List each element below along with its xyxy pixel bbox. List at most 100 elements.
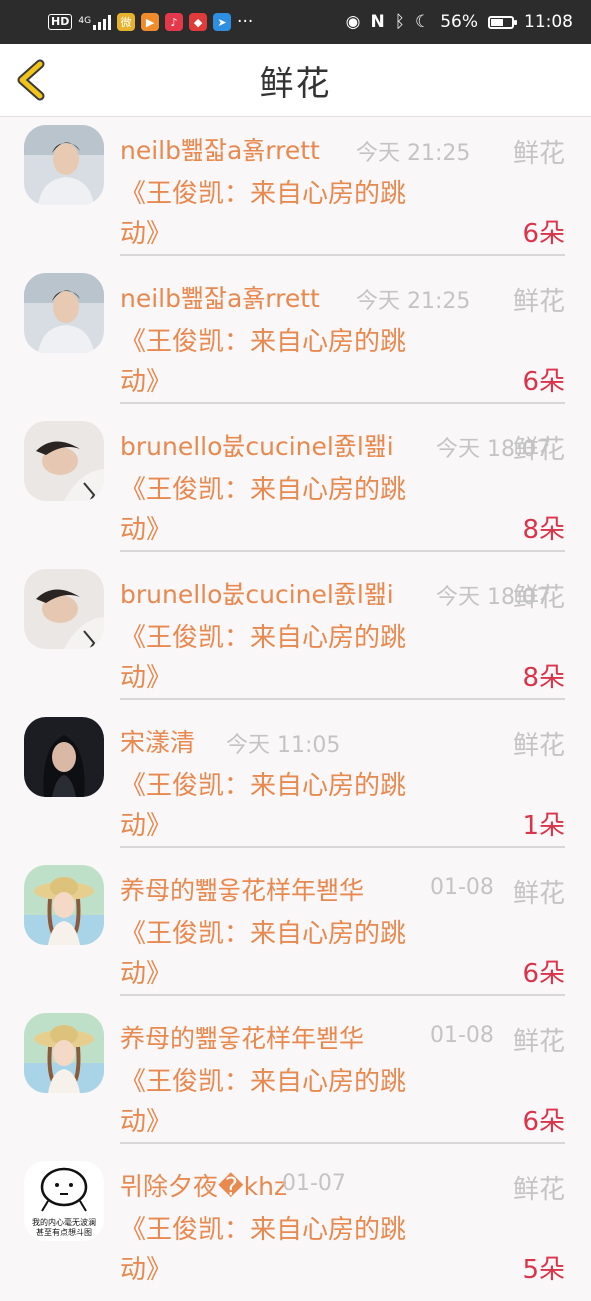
gift-type: 鲜花 [512,1175,565,1205]
work-title[interactable]: 《王俊凯：来自心房的跳 [120,173,406,210]
weibo-icon: 微 [117,13,136,31]
male-portrait-icon [24,569,104,649]
flower-count: 1朵 [522,811,565,841]
divider [120,846,565,848]
clock: 11:08 [524,12,573,32]
male-portrait-icon [24,125,104,205]
bird-app-icon: ◆ [189,13,208,31]
avatar[interactable] [24,1013,104,1093]
gift-type: 鲜花 [512,1027,565,1057]
girl-portrait-icon [24,865,104,945]
flower-count: 6朵 [522,959,565,989]
video-play-icon: ▶ [141,13,160,31]
avatar[interactable] [24,273,104,353]
work-title-cont[interactable]: 动》 [120,1101,172,1138]
avatar[interactable] [24,125,104,205]
work-title-cont[interactable]: 动》 [120,213,172,250]
battery-fill [491,18,504,26]
divider [120,254,565,256]
sender-name[interactable]: 养母的뾆웋花样年봳华 [120,871,364,907]
list-item[interactable]: 我的内心毫无波澜 甚至有点想斗图 뮈除夕夜�khz 01-07 鲜花 《王俊凯：… [0,1153,591,1301]
send-time: 01-07 [282,1171,346,1196]
list-item[interactable]: brunello붒cucinel죬l뫮i 今天 18:07 鲜花 《王俊凯：来自… [0,561,591,709]
signal-icon [93,14,112,30]
sender-name[interactable]: brunello붒cucinel죬l뫮i [120,575,394,611]
work-title[interactable]: 《王俊凯：来自心房的跳 [120,321,406,358]
send-time: 01-08 [430,1023,494,1048]
sender-name[interactable]: neilb뾆잛a횱rrett [120,279,320,315]
divider [120,698,565,700]
list-item[interactable]: 养母的뾆웋花样年봳华 01-08 鲜花 《王俊凯：来自心房的跳 动》 6朵 [0,1005,591,1153]
send-time: 今天 21:25 [356,141,471,166]
divider [120,550,565,552]
gift-type: 鲜花 [512,139,565,169]
send-time: 今天 11:05 [226,733,341,758]
gift-type: 鲜花 [512,879,565,909]
work-title[interactable]: 《王俊凯：来自心房的跳 [120,469,406,506]
work-title-cont[interactable]: 动》 [120,1249,172,1286]
sender-name[interactable]: 宋漾清 [120,723,195,759]
chevron-left-icon [17,59,45,101]
nfc-icon: N [370,12,385,32]
send-time: 01-08 [430,875,494,900]
work-title-cont[interactable]: 动》 [120,509,172,546]
paper-plane-icon: ➤ [213,13,232,31]
list-item[interactable]: neilb뾆잛a횱rrett 今天 21:25 鲜花 《王俊凯：来自心房的跳 动… [0,265,591,413]
sticker-caption-2: 甚至有点想斗图 [36,1227,92,1237]
work-title[interactable]: 《王俊凯：来自心房的跳 [120,1209,406,1246]
sticker-caption-1: 我的内心毫无波澜 [32,1217,96,1227]
avatar[interactable] [24,421,104,501]
gift-type: 鲜花 [512,287,565,317]
gift-type: 鲜花 [512,731,565,761]
flower-count: 6朵 [522,1107,565,1137]
work-title-cont[interactable]: 动》 [120,953,172,990]
gift-type: 鲜花 [512,583,565,613]
work-title-cont[interactable]: 动》 [120,805,172,842]
back-button[interactable] [14,58,54,102]
avatar[interactable] [24,717,104,797]
work-title-cont[interactable]: 动》 [120,361,172,398]
list-item[interactable]: 养母的뾆웋花样年봳华 01-08 鲜花 《王俊凯：来自心房的跳 动》 6朵 [0,857,591,1005]
flower-count: 8朵 [522,663,565,693]
flower-count: 8朵 [522,515,565,545]
moon-icon: ☾ [414,12,431,32]
divider [120,402,565,404]
top-bar: 鲜花 [0,44,591,117]
sender-name[interactable]: 뮈除夕夜�khz [120,1167,287,1203]
sender-name[interactable]: neilb뾆잛a횱rrett [120,131,320,167]
gift-list: neilb뾆잛a횱rrett 今天 21:25 鲜花 《王俊凯：来自心房的跳 动… [0,117,591,1301]
cartoon-sticker-icon: 我的内心毫无波澜 甚至有点想斗图 [24,1161,104,1241]
battery-percent: 56% [440,12,478,32]
sender-name[interactable]: 养母的뾆웋花样年봳华 [120,1019,364,1055]
music-app-icon: ♪ [165,13,184,31]
list-item[interactable]: 宋漾清 今天 11:05 鲜花 《王俊凯：来自心房的跳 动》 1朵 [0,709,591,857]
divider [120,1142,565,1144]
male-portrait-icon [24,273,104,353]
network-gen-label: 4G [78,16,92,26]
avatar[interactable] [24,865,104,945]
status-left: HD 4G 微 ▶ ♪ ◆ ➤ ··· [48,12,253,32]
work-title[interactable]: 《王俊凯：来自心房的跳 [120,765,406,802]
flower-count: 5朵 [522,1255,565,1285]
list-item[interactable]: brunello붒cucinel죬l뫮i 今天 18:07 鲜花 《王俊凯：来自… [0,413,591,561]
sender-name[interactable]: brunello붒cucinel죬l뫮i [120,427,394,463]
avatar[interactable] [24,569,104,649]
status-bar: HD 4G 微 ▶ ♪ ◆ ➤ ··· ◉ N ᛒ ☾ 56% 11:08 [0,0,591,44]
female-portrait-icon [24,717,104,797]
divider [120,994,565,996]
girl-portrait-icon [24,1013,104,1093]
avatar[interactable]: 我的内心毫无波澜 甚至有点想斗图 [24,1161,104,1241]
work-title-cont[interactable]: 动》 [120,657,172,694]
work-title[interactable]: 《王俊凯：来自心房的跳 [120,1061,406,1098]
battery-icon [488,15,517,29]
more-notifications-icon: ··· [237,12,254,32]
bluetooth-icon: ᛒ [394,12,405,32]
list-item[interactable]: neilb뾆잛a횱rrett 今天 21:25 鲜花 《王俊凯：来自心房的跳 动… [0,117,591,265]
flower-count: 6朵 [522,367,565,397]
send-time: 今天 21:25 [356,289,471,314]
flower-count: 6朵 [522,219,565,249]
status-right: ◉ N ᛒ ☾ 56% 11:08 [346,12,573,32]
work-title[interactable]: 《王俊凯：来自心房的跳 [120,617,406,654]
hd-indicator: HD [48,14,73,30]
work-title[interactable]: 《王俊凯：来自心房的跳 [120,913,406,950]
